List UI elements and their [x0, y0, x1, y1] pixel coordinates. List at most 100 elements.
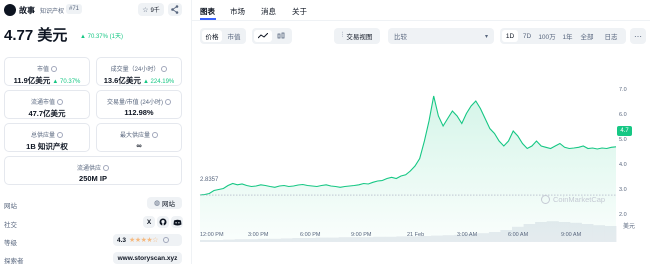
coin-tag: 知识产权: [40, 9, 65, 15]
coinmarketcap-logo-icon: [541, 195, 550, 204]
range-1m-button[interactable]: 100万: [536, 30, 558, 42]
market-cap-card: 市值 11.9亿美元 ▲ 70.37%: [4, 57, 90, 86]
vol-mcap-card: 交易量/市值 (24小时) 112.98%: [96, 90, 182, 119]
more-options-button[interactable]: ⋯: [630, 28, 646, 44]
max-supply-label: 最大供应量: [119, 133, 150, 139]
y-tick-label: 2.0: [619, 212, 627, 218]
share-icon: [171, 5, 179, 14]
discord-icon: [173, 219, 181, 225]
rating-button[interactable]: 4.3 ★★★★☆: [113, 234, 182, 246]
tab-about[interactable]: 关于: [292, 6, 307, 17]
rank-badge: #71: [66, 4, 83, 14]
github-button[interactable]: [157, 216, 169, 228]
website-button-label: 网站: [162, 201, 176, 208]
tabs-divider: [192, 20, 650, 21]
x-tick-label: 9:00 PM: [351, 232, 372, 238]
y-axis-unit: 美元: [623, 224, 636, 230]
y-tick-label: 4.0: [619, 162, 627, 168]
total-supply-label: 总供应量: [30, 133, 55, 139]
explorer-link[interactable]: www.storyscan.xyz: [113, 252, 182, 264]
volume-value: 13.6亿美元: [103, 76, 141, 85]
price-area-fill: [200, 96, 616, 242]
tab-news[interactable]: 消息: [261, 6, 276, 17]
chevron-down-icon: ▾: [484, 33, 488, 40]
rating-stars: ★★★★☆: [129, 237, 158, 244]
y-tick-label: 5.0: [619, 137, 627, 143]
explorer-label: 探索者: [4, 258, 24, 264]
range-7d-button[interactable]: 7D: [519, 30, 535, 42]
start-price-label: 2.8357: [200, 177, 219, 183]
circ-supply-label: 流通供应: [76, 166, 101, 172]
compare-select-label: 比较: [394, 34, 407, 41]
circulating-cap-card: 流通市值 47.7亿美元: [4, 90, 90, 119]
candle-chart-button[interactable]: [272, 30, 290, 42]
line-chart-button[interactable]: [254, 30, 272, 42]
tab-markets[interactable]: 市场: [230, 6, 245, 17]
trading-view-icon: ⫶: [341, 32, 344, 39]
rating-label: 等级: [4, 240, 17, 247]
coin-logo: [4, 4, 16, 16]
discord-button[interactable]: [171, 216, 183, 228]
x-tick-label: 21 Feb: [407, 232, 425, 238]
rating-value: 4.3: [117, 236, 127, 244]
mcap-toggle-button[interactable]: 市值: [224, 30, 244, 42]
circulating-cap-label: 流通市值: [30, 100, 55, 106]
range-toggle: 1D 7D 100万 1年 全部 日志: [500, 28, 626, 44]
watermark-text: CoinMarketCap: [553, 195, 606, 204]
market-cap-label: 市值: [36, 67, 49, 73]
x-button[interactable]: X: [143, 216, 155, 228]
market-cap-change: ▲ 70.37%: [52, 79, 81, 85]
coin-price: 4.77 美元: [4, 27, 68, 44]
market-cap-value: 11.9亿美元: [13, 76, 51, 85]
trading-view-label: 交易视图: [346, 34, 373, 41]
explorer-value: www.storyscan.xyz: [117, 254, 178, 262]
github-icon: [159, 218, 167, 226]
volume-change: ▲ 224.19%: [142, 79, 175, 85]
vol-mcap-value: 112.98%: [124, 108, 154, 117]
total-supply-card: 总供应量 1B 知识产权: [4, 123, 90, 152]
total-supply-value: 1B 知识产权: [26, 142, 68, 151]
info-icon: [51, 66, 57, 73]
x-tick-label: 6:00 PM: [300, 232, 321, 238]
x-tick-label: 9:00 AM: [561, 232, 582, 238]
circ-supply-value: 250M IP: [79, 174, 107, 183]
volume-label: 成交量（24小时）: [110, 67, 160, 73]
trading-view-button[interactable]: ⫶ 交易视图: [334, 28, 380, 44]
x-icon: X: [146, 218, 152, 226]
max-supply-card: 最大供应量 ∞: [96, 123, 182, 152]
watermark-logo: CoinMarketCap: [541, 195, 605, 204]
vol-mcap-label: 交易量/市值 (24小时): [106, 100, 163, 106]
max-supply-value: ∞: [136, 141, 142, 150]
range-all-button[interactable]: 全部: [577, 30, 597, 42]
price-change: ▲ 70.37% (1天): [80, 34, 123, 40]
price-toggle-button[interactable]: 价格: [202, 30, 222, 42]
watchlist-button[interactable]: ☆ 9千: [138, 3, 164, 16]
current-price-marker: 4.7: [617, 126, 632, 136]
more-icon: ⋯: [634, 31, 642, 41]
info-icon: [165, 99, 171, 106]
range-1d-button[interactable]: 1D: [502, 30, 518, 42]
x-tick-label: 3:00 PM: [248, 232, 269, 238]
candlestick-icon: [277, 32, 285, 39]
tab-chart[interactable]: 图表: [200, 6, 215, 17]
social-label: 社交: [4, 222, 17, 229]
website-button[interactable]: ◍ 网站: [147, 197, 182, 209]
chart-style-toggle: [252, 28, 292, 44]
volume-card: 成交量（24小时） 13.6亿美元 ▲ 224.19%: [96, 57, 182, 86]
globe-icon: ◍: [153, 200, 161, 207]
star-icon: ☆: [142, 6, 149, 14]
info-icon: [103, 165, 109, 172]
line-chart-icon: [258, 33, 268, 39]
share-button[interactable]: [168, 3, 182, 16]
price-mcap-toggle: 价格 市值: [200, 28, 246, 44]
y-tick-label: 3.0: [619, 187, 627, 193]
compare-select[interactable]: 比较 ▾: [388, 28, 494, 44]
info-icon: [162, 237, 169, 243]
circ-supply-card: 流通供应 250M IP: [4, 156, 182, 185]
range-1y-button[interactable]: 1年: [559, 30, 576, 42]
info-icon: [152, 132, 158, 139]
info-icon: [57, 99, 63, 106]
x-tick-label: 3:00 AM: [457, 232, 478, 238]
y-tick-label: 6.0: [619, 112, 627, 118]
range-log-button[interactable]: 日志: [600, 30, 622, 42]
